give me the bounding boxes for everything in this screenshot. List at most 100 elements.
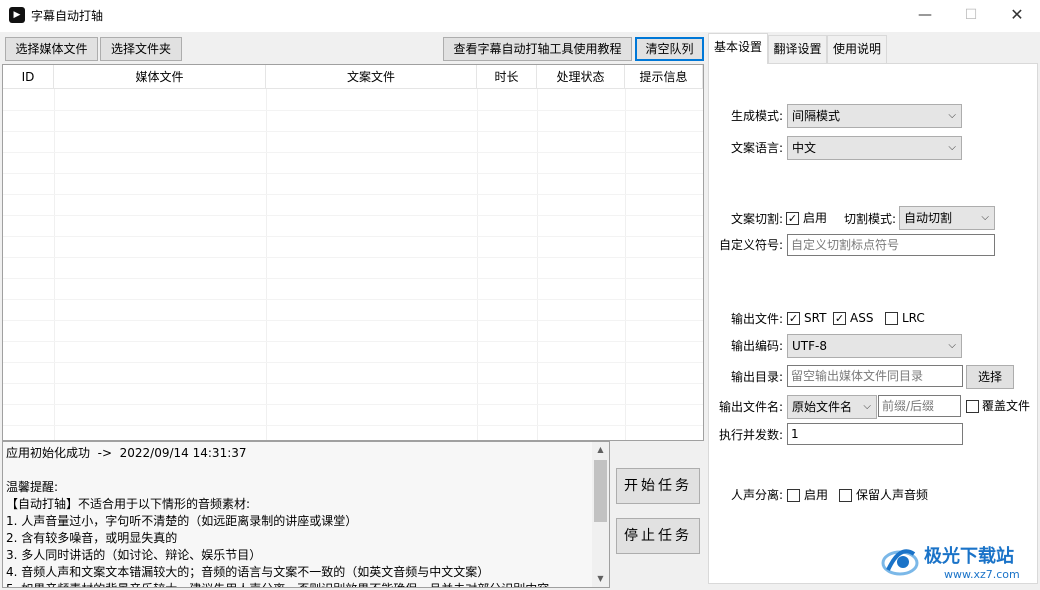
grid-line bbox=[625, 89, 626, 440]
output-file-label: 输出文件: bbox=[730, 312, 783, 326]
close-button[interactable]: ✕ bbox=[994, 0, 1040, 32]
column-header-media[interactable]: 媒体文件 bbox=[54, 65, 266, 89]
grid-line bbox=[3, 215, 703, 216]
keep-vocal-checkbox[interactable] bbox=[839, 489, 852, 502]
ass-checkbox[interactable]: ✓ bbox=[833, 312, 846, 325]
vocal-label: 人声分离: bbox=[730, 488, 783, 502]
grid-line bbox=[3, 383, 703, 384]
output-dir-input[interactable]: 留空输出媒体文件同目录 bbox=[787, 365, 963, 387]
start-task-button[interactable]: 开始任务 bbox=[616, 468, 700, 504]
grid-line bbox=[3, 257, 703, 258]
grid-line bbox=[3, 341, 703, 342]
grid-line bbox=[3, 110, 703, 111]
cut-enable-label[interactable]: 启用 bbox=[803, 211, 827, 226]
mode-label: 生成模式: bbox=[730, 109, 783, 123]
symbol-label: 自定义符号: bbox=[718, 238, 783, 252]
tutorial-button[interactable]: 查看字幕自动打轴工具使用教程 bbox=[443, 37, 632, 61]
grid-line bbox=[477, 89, 478, 440]
watermark-url: www.xz7.com bbox=[944, 568, 1020, 581]
grid-line bbox=[3, 278, 703, 279]
watermark: 极光下载站 www.xz7.com bbox=[878, 540, 1038, 586]
tab-basic-settings[interactable]: 基本设置 bbox=[708, 33, 768, 64]
grid-line bbox=[3, 425, 703, 426]
grid-line bbox=[3, 194, 703, 195]
chevron-down-icon: ⌵ bbox=[948, 110, 956, 121]
concurrency-label: 执行并发数: bbox=[718, 428, 783, 442]
language-label: 文案语言: bbox=[730, 141, 783, 155]
cut-mode-select[interactable]: 自动切割 ⌵ bbox=[899, 206, 995, 230]
vocal-enable-label[interactable]: 启用 bbox=[804, 488, 828, 503]
table-header: ID 媒体文件 文案文件 时长 处理状态 提示信息 bbox=[3, 65, 703, 89]
srt-checkbox[interactable]: ✓ bbox=[787, 312, 800, 325]
filename-value: 原始文件名 bbox=[792, 400, 853, 414]
mode-select[interactable]: 间隔模式 ⌵ bbox=[787, 104, 962, 128]
ass-label[interactable]: ASS bbox=[850, 311, 873, 326]
column-header-duration[interactable]: 时长 bbox=[477, 65, 537, 89]
scroll-down-icon[interactable]: ▼ bbox=[592, 571, 609, 587]
chevron-down-icon: ⌵ bbox=[948, 142, 956, 153]
concurrency-input[interactable]: 1 bbox=[787, 423, 963, 445]
language-value: 中文 bbox=[792, 141, 817, 155]
minimize-button[interactable]: — bbox=[902, 0, 948, 32]
check-icon: ✓ bbox=[787, 212, 798, 225]
filename-label: 输出文件名: bbox=[718, 400, 783, 414]
tab-translation-settings[interactable]: 翻译设置 bbox=[768, 35, 827, 63]
watermark-logo-icon: 极光下载站 www.xz7.com bbox=[881, 545, 1020, 581]
title-bar: ▶ 字幕自动打轴 — ☐ ✕ bbox=[0, 0, 1040, 32]
select-folder-button[interactable]: 选择文件夹 bbox=[100, 37, 182, 61]
column-header-script[interactable]: 文案文件 bbox=[266, 65, 477, 89]
chevron-down-icon: ⌵ bbox=[863, 401, 871, 412]
dir-label: 输出目录: bbox=[730, 370, 783, 384]
scroll-up-icon[interactable]: ▲ bbox=[592, 442, 609, 458]
chevron-down-icon: ⌵ bbox=[981, 212, 989, 223]
task-table[interactable]: ID 媒体文件 文案文件 时长 处理状态 提示信息 bbox=[2, 64, 704, 441]
column-header-id[interactable]: ID bbox=[3, 65, 54, 89]
stop-task-button[interactable]: 停止任务 bbox=[616, 518, 700, 554]
grid-line bbox=[3, 404, 703, 405]
grid-line bbox=[3, 320, 703, 321]
grid-line bbox=[3, 152, 703, 153]
srt-label[interactable]: SRT bbox=[804, 311, 826, 326]
window-title: 字幕自动打轴 bbox=[31, 9, 104, 23]
check-icon: ✓ bbox=[788, 312, 799, 325]
overwrite-checkbox[interactable] bbox=[966, 400, 979, 413]
cut-enable-checkbox[interactable]: ✓ bbox=[786, 212, 799, 225]
overwrite-label[interactable]: 覆盖文件 bbox=[982, 399, 1030, 414]
grid-line bbox=[54, 89, 55, 440]
chevron-down-icon: ⌵ bbox=[948, 340, 956, 351]
language-select[interactable]: 中文 ⌵ bbox=[787, 136, 962, 160]
grid-line bbox=[266, 89, 267, 440]
grid-line bbox=[3, 173, 703, 174]
grid-line bbox=[537, 89, 538, 440]
maximize-button[interactable]: ☐ bbox=[948, 0, 994, 32]
column-header-message[interactable]: 提示信息 bbox=[625, 65, 703, 89]
lrc-label[interactable]: LRC bbox=[902, 311, 925, 326]
watermark-brand: 极光下载站 bbox=[924, 545, 1014, 567]
keep-vocal-label[interactable]: 保留人声音频 bbox=[856, 488, 928, 503]
mode-value: 间隔模式 bbox=[792, 109, 841, 123]
clear-queue-button[interactable]: 清空队列 bbox=[635, 37, 704, 61]
log-text: 应用初始化成功 -> 2022/09/14 14:31:37 温馨提醒: 【自动… bbox=[6, 446, 549, 587]
encoding-value: UTF-8 bbox=[792, 339, 827, 353]
check-icon: ✓ bbox=[834, 312, 845, 325]
grid-line bbox=[3, 299, 703, 300]
log-panel[interactable]: 应用初始化成功 -> 2022/09/14 14:31:37 温馨提醒: 【自动… bbox=[2, 441, 610, 588]
column-header-status[interactable]: 处理状态 bbox=[537, 65, 625, 89]
tab-instructions[interactable]: 使用说明 bbox=[827, 35, 887, 63]
symbol-input[interactable]: 自定义切割标点符号 bbox=[787, 234, 995, 256]
cut-mode-value: 自动切割 bbox=[904, 211, 953, 225]
log-scrollbar[interactable]: ▲ ▼ bbox=[592, 442, 609, 587]
cut-label: 文案切割: bbox=[730, 212, 783, 226]
grid-line bbox=[3, 236, 703, 237]
cut-mode-label: 切割模式: bbox=[843, 212, 896, 226]
app-icon: ▶ bbox=[9, 7, 25, 23]
choose-dir-button[interactable]: 选择 bbox=[966, 365, 1014, 389]
select-media-button[interactable]: 选择媒体文件 bbox=[5, 37, 98, 61]
encoding-select[interactable]: UTF-8 ⌵ bbox=[787, 334, 962, 358]
encoding-label: 输出编码: bbox=[730, 339, 783, 353]
affix-input[interactable]: 前缀/后缀 bbox=[878, 395, 961, 417]
vocal-enable-checkbox[interactable] bbox=[787, 489, 800, 502]
filename-select[interactable]: 原始文件名 ⌵ bbox=[787, 395, 877, 419]
lrc-checkbox[interactable] bbox=[885, 312, 898, 325]
scroll-thumb[interactable] bbox=[594, 460, 607, 522]
